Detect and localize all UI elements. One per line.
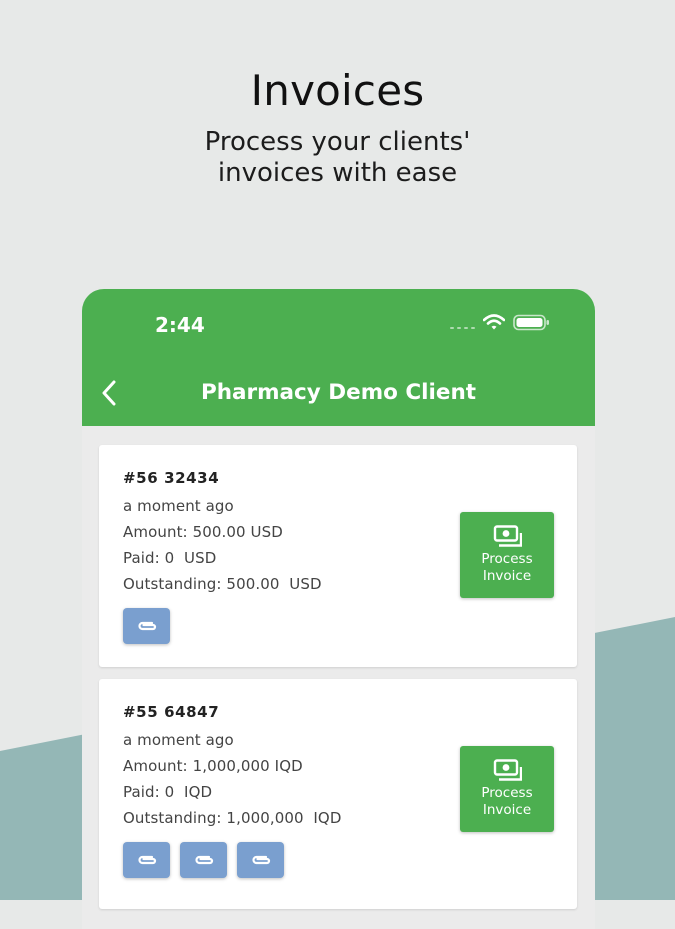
attachment-row: [123, 608, 170, 644]
paperclip-icon: [251, 855, 270, 865]
wifi-icon: [483, 314, 505, 330]
invoice-paid: Paid: 0 USD: [123, 549, 217, 567]
invoice-list: #56 32434 a moment ago Amount: 500.00 US…: [99, 445, 577, 921]
invoice-amount: Amount: 1,000,000 IQD: [123, 757, 303, 775]
process-button-label: Invoice: [482, 802, 532, 818]
invoice-time: a moment ago: [123, 497, 234, 515]
battery-icon: [513, 314, 549, 331]
attachment-button[interactable]: [180, 842, 227, 878]
process-button-label: Invoice: [482, 568, 532, 584]
attachment-button[interactable]: [123, 608, 170, 644]
invoice-time: a moment ago: [123, 731, 234, 749]
status-icons: [450, 314, 550, 331]
invoice-outstanding: Outstanding: 500.00 USD: [123, 575, 322, 593]
process-button-label: Process: [481, 551, 533, 567]
process-invoice-button[interactable]: Process Invoice: [460, 746, 554, 832]
attachment-button[interactable]: [237, 842, 284, 878]
invoice-card: #56 32434 a moment ago Amount: 500.00 US…: [99, 445, 577, 667]
attachment-row: [123, 842, 284, 878]
app-bar-title: Pharmacy Demo Client: [200, 380, 477, 405]
promo-title: Invoices: [250, 66, 425, 115]
invoice-amount: Amount: 500.00 USD: [123, 523, 283, 541]
paperclip-icon: [137, 621, 156, 631]
status-time: 2:44: [155, 313, 205, 337]
phone-screen: 2:44 Pharmacy Demo Client #56 32434 a mo…: [82, 289, 595, 929]
invoice-number: #55 64847: [123, 703, 220, 721]
invoice-paid: Paid: 0 IQD: [123, 783, 213, 801]
paperclip-icon: [137, 855, 156, 865]
promo-header: Invoices Process your clients' invoices …: [0, 0, 675, 189]
money-icon: [493, 525, 522, 547]
invoice-number: #56 32434: [123, 469, 220, 487]
process-invoice-button[interactable]: Process Invoice: [460, 512, 554, 598]
invoice-card: #55 64847 a moment ago Amount: 1,000,000…: [99, 679, 577, 909]
attachment-button[interactable]: [123, 842, 170, 878]
paperclip-icon: [194, 855, 213, 865]
signal-dots-icon: [450, 326, 475, 329]
process-button-label: Process: [481, 785, 533, 801]
money-icon: [493, 759, 522, 781]
promo-subtitle: Process your clients' invoices with ease: [204, 127, 471, 188]
invoice-outstanding: Outstanding: 1,000,000 IQD: [123, 809, 342, 827]
app-bar: 2:44 Pharmacy Demo Client: [82, 289, 595, 426]
